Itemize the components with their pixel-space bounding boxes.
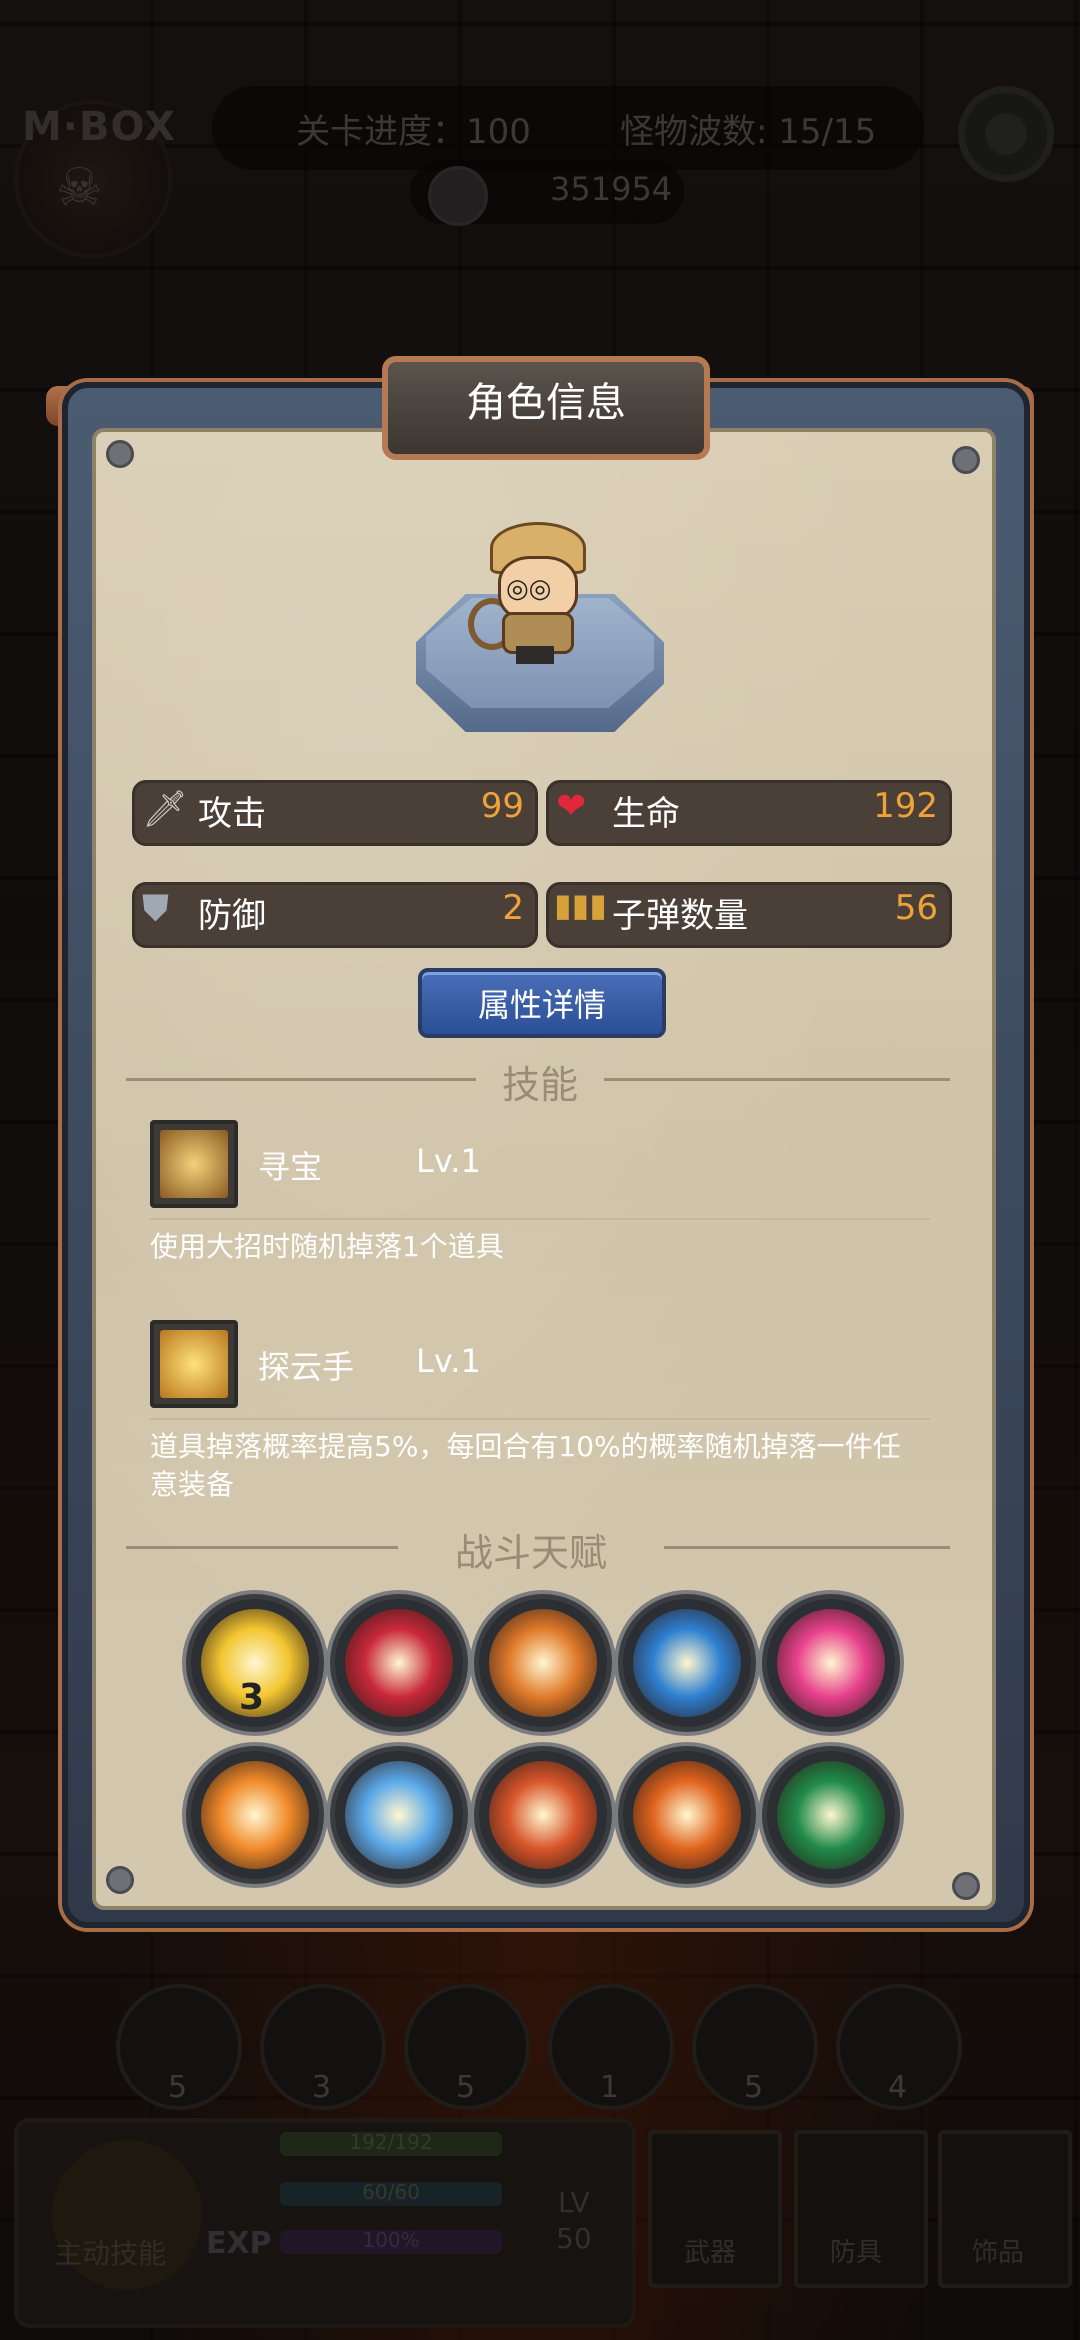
stat-ammo-label: 子弹数量	[612, 896, 748, 936]
sword-icon: 🗡	[142, 789, 188, 830]
stat-hp-value: 192	[873, 786, 938, 826]
flame-bullet-icon[interactable]	[618, 1746, 756, 1884]
talent-count: 3	[239, 1677, 265, 1718]
skill-separator	[150, 1218, 930, 1220]
divider-line	[126, 1546, 398, 1549]
rivet	[106, 1866, 134, 1894]
divider-line	[604, 1078, 950, 1081]
treasure-chest-icon[interactable]	[150, 1120, 238, 1208]
golden-armor-icon[interactable]	[150, 1320, 238, 1408]
rivet	[952, 446, 980, 474]
talent-core	[633, 1761, 741, 1869]
skill-name: 寻宝	[258, 1148, 323, 1186]
talent-core	[489, 1761, 597, 1869]
stat-ammo-value: 56	[894, 888, 938, 928]
skill-level: Lv.1	[416, 1342, 481, 1380]
talent-core	[633, 1609, 741, 1717]
rivet	[952, 1872, 980, 1900]
skill-level: Lv.1	[416, 1142, 481, 1180]
stat-hp-label: 生命	[612, 794, 680, 834]
skill-description: 道具掉落概率提高5%，每回合有10%的概率随机掉落一件任意装备	[150, 1430, 901, 1501]
bullets-icon: ▮▮▮	[554, 886, 607, 924]
sun-burst-icon[interactable]: 3	[186, 1594, 324, 1732]
hero-legs	[516, 646, 554, 664]
skill-name: 探云手	[258, 1348, 355, 1386]
heart-icon: ❤	[556, 786, 587, 827]
talent-core	[345, 1761, 453, 1869]
divider-line	[664, 1546, 950, 1549]
skills-heading: 技能	[501, 1063, 578, 1107]
stat-attack-value: 99	[480, 786, 524, 826]
crosshair-icon[interactable]	[618, 1594, 756, 1732]
pink-heart-icon[interactable]	[762, 1594, 900, 1732]
rivet	[106, 440, 134, 468]
shield-icon: ⛊	[142, 888, 170, 929]
stat-defense-value: 2	[502, 888, 524, 928]
stat-attack-label: 攻击	[198, 794, 266, 834]
attribute-details-label: 属性详情	[477, 986, 606, 1024]
glasses-icon: ◎◎	[506, 574, 552, 604]
talent-core	[489, 1609, 597, 1717]
bullet-speed-icon[interactable]	[474, 1594, 612, 1732]
pirate-skull-icon[interactable]	[762, 1746, 900, 1884]
dialog-title: 角色信息	[466, 380, 626, 426]
skill-separator	[150, 1418, 930, 1420]
skill-description: 使用大招时随机掉落1个道具	[150, 1230, 504, 1263]
talents-heading: 战斗天赋	[454, 1531, 607, 1575]
attribute-details-button[interactable]: 属性详情	[418, 968, 666, 1038]
ice-crystal-icon[interactable]	[330, 1746, 468, 1884]
talent-core	[345, 1609, 453, 1717]
divider-line	[126, 1078, 476, 1081]
talent-core	[777, 1761, 885, 1869]
talent-core	[777, 1609, 885, 1717]
stat-defense-label: 防御	[198, 896, 266, 936]
explosion-icon[interactable]	[186, 1746, 324, 1884]
fire-pillar-icon[interactable]	[474, 1746, 612, 1884]
talent-core	[201, 1761, 309, 1869]
red-cross-icon[interactable]	[330, 1594, 468, 1732]
